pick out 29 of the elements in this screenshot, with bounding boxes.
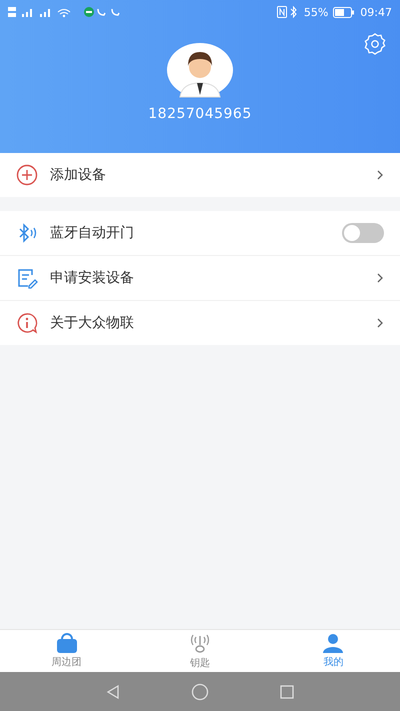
bag-icon (54, 633, 79, 653)
menu-label: 蓝牙自动开门 (50, 224, 135, 242)
settings-icon[interactable] (364, 33, 386, 55)
menu-label: 申请安装设备 (50, 269, 135, 287)
menu-label: 关于大众物联 (50, 314, 135, 332)
chevron-right-icon (377, 170, 384, 180)
battery-icon (333, 6, 356, 18)
avatar-icon[interactable] (166, 42, 234, 98)
toggle-switch[interactable] (342, 223, 384, 243)
plus-circle-icon (16, 164, 38, 186)
back-icon[interactable] (105, 684, 121, 700)
phone-number: 18257045965 (148, 106, 252, 122)
user-icon (322, 633, 344, 653)
tab[interactable]: 钥匙 (133, 630, 267, 672)
home-icon[interactable] (191, 682, 209, 700)
info-icon (16, 312, 38, 334)
menu-item[interactable]: 关于大众物联 (0, 300, 400, 345)
menu-item[interactable]: 申请安装设备 (0, 255, 400, 300)
chevron-right-icon (377, 273, 384, 283)
chevron-right-icon (377, 318, 384, 328)
tab[interactable]: 周边团 (0, 630, 134, 672)
nfc-bluetooth-icon (276, 6, 299, 18)
battery-percent: 55% (304, 6, 328, 18)
clock: 09:47 (360, 6, 392, 18)
menu-label: 添加设备 (50, 166, 107, 184)
form-edit-icon (16, 267, 38, 289)
menu-item[interactable]: 添加设备 (0, 153, 400, 197)
recents-icon[interactable] (279, 684, 295, 700)
menu-item[interactable]: 蓝牙自动开门 (0, 211, 400, 255)
